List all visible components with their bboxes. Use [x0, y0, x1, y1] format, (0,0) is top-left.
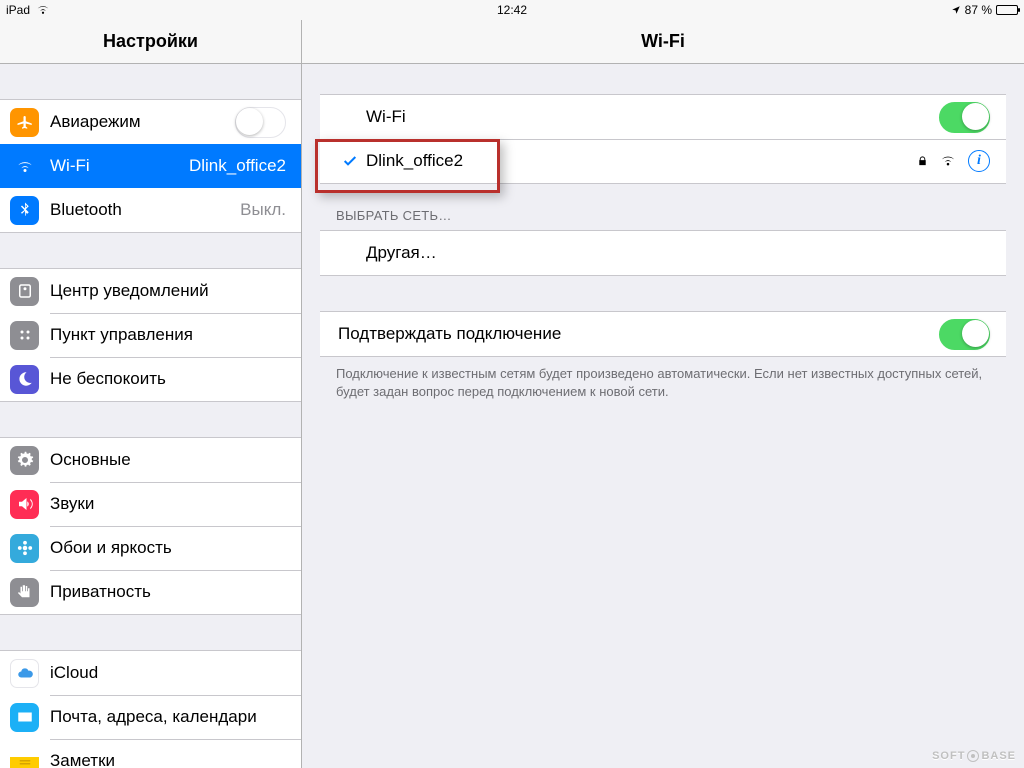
flower-icon — [10, 534, 39, 563]
sidebar-item-mail[interactable]: Почта, адреса, календари — [0, 695, 301, 739]
wifi-signal-icon — [940, 155, 956, 167]
main: Авиарежим Wi-Fi Dlink_office2 Bluetooth … — [0, 64, 1024, 768]
ask-footer: Подключение к известным сетям будет прои… — [320, 357, 1006, 400]
sidebar-item-label: Приватность — [50, 582, 286, 602]
sidebar-item-sounds[interactable]: Звуки — [0, 482, 301, 526]
wifi-status-icon — [36, 5, 50, 15]
status-right: 87 % — [951, 3, 1024, 17]
device-label: iPad — [6, 3, 30, 17]
notes-icon — [10, 747, 39, 768]
gear-icon — [10, 446, 39, 475]
title-row: Настройки Wi-Fi — [0, 20, 1024, 64]
controlcenter-icon — [10, 321, 39, 350]
battery-pct: 87 % — [965, 3, 992, 17]
sidebar-item-label: Звуки — [50, 494, 286, 514]
sidebar-item-label: Обои и яркость — [50, 538, 286, 558]
sidebar-item-value: Dlink_office2 — [189, 156, 286, 176]
sidebar-item-value: Выкл. — [240, 200, 286, 220]
detail-pane: Wi-Fi Dlink_office2 i — [302, 64, 1024, 768]
sidebar-item-notifications[interactable]: Центр уведомлений — [0, 269, 301, 313]
airplane-icon — [10, 108, 39, 137]
sidebar-item-label: Wi-Fi — [50, 156, 181, 176]
other-network-label: Другая… — [366, 243, 990, 263]
sidebar-item-label: Центр уведомлений — [50, 281, 286, 301]
choose-network-group: Другая… — [320, 230, 1006, 276]
ask-group: Подтверждать подключение — [320, 311, 1006, 357]
wifi-main-group: Wi-Fi Dlink_office2 i — [320, 94, 1006, 184]
sidebar-item-label: Пункт управления — [50, 325, 286, 345]
sidebar: Авиарежим Wi-Fi Dlink_office2 Bluetooth … — [0, 64, 302, 768]
bluetooth-icon — [10, 196, 39, 225]
sidebar-item-bluetooth[interactable]: Bluetooth Выкл. — [0, 188, 301, 232]
wifi-label: Wi-Fi — [366, 107, 939, 127]
choose-network-header: ВЫБРАТЬ СЕТЬ… — [320, 184, 1006, 230]
sidebar-item-label: iCloud — [50, 663, 286, 683]
ask-toggle[interactable] — [939, 319, 990, 350]
sidebar-group: Авиарежим Wi-Fi Dlink_office2 Bluetooth … — [0, 99, 301, 233]
sidebar-item-airplane[interactable]: Авиарежим — [0, 100, 301, 144]
connected-network-row[interactable]: Dlink_office2 i — [320, 139, 1006, 183]
mail-icon — [10, 703, 39, 732]
wifi-toggle-row[interactable]: Wi-Fi — [320, 95, 1006, 139]
sidebar-item-label: Bluetooth — [50, 200, 232, 220]
sidebar-item-label: Не беспокоить — [50, 369, 286, 389]
status-left: iPad — [0, 3, 50, 17]
notifications-icon — [10, 277, 39, 306]
location-icon — [951, 5, 961, 15]
sidebar-item-general[interactable]: Основные — [0, 438, 301, 482]
sidebar-item-privacy[interactable]: Приватность — [0, 570, 301, 614]
status-time: 12:42 — [0, 3, 1024, 17]
other-network-row[interactable]: Другая… — [320, 231, 1006, 275]
sidebar-group: Центр уведомлений Пункт управления Не бе… — [0, 268, 301, 402]
lock-icon — [917, 154, 928, 168]
sidebar-item-icloud[interactable]: iCloud — [0, 651, 301, 695]
hand-icon — [10, 578, 39, 607]
sidebar-title: Настройки — [0, 20, 302, 63]
speaker-icon — [10, 490, 39, 519]
sidebar-item-wifi[interactable]: Wi-Fi Dlink_office2 — [0, 144, 301, 188]
check-icon — [336, 153, 364, 169]
sidebar-item-notes[interactable]: Заметки — [0, 739, 301, 768]
battery-icon — [996, 5, 1018, 15]
ask-label: Подтверждать подключение — [338, 324, 939, 344]
sidebar-item-controlcenter[interactable]: Пункт управления — [0, 313, 301, 357]
sidebar-item-dnd[interactable]: Не беспокоить — [0, 357, 301, 401]
status-bar: iPad 12:42 87 % — [0, 0, 1024, 20]
wifi-toggle[interactable] — [939, 102, 990, 133]
watermark: SOFTBASE — [932, 750, 1016, 762]
moon-icon — [10, 365, 39, 394]
sidebar-item-wallpaper[interactable]: Обои и яркость — [0, 526, 301, 570]
sidebar-item-label: Почта, адреса, календари — [50, 707, 286, 727]
sidebar-group: iCloud Почта, адреса, календари Заметки — [0, 650, 301, 768]
connected-network-name: Dlink_office2 — [366, 151, 917, 171]
sidebar-group: Основные Звуки Обои и яркость Приватност… — [0, 437, 301, 615]
ask-to-join-row[interactable]: Подтверждать подключение — [320, 312, 1006, 356]
sidebar-item-label: Авиарежим — [50, 112, 235, 132]
sidebar-item-label: Заметки — [50, 751, 286, 768]
sidebar-item-label: Основные — [50, 450, 286, 470]
wifi-icon — [10, 152, 39, 181]
cloud-icon — [10, 659, 39, 688]
detail-title: Wi-Fi — [302, 20, 1024, 63]
info-button[interactable]: i — [968, 150, 990, 172]
airplane-toggle[interactable] — [235, 107, 286, 138]
